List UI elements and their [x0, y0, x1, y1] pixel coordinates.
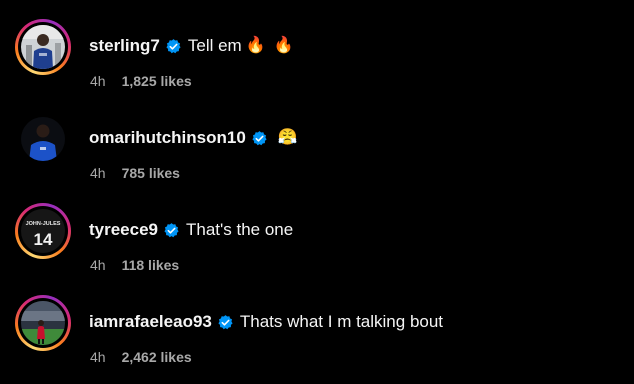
avatar-story-ring[interactable]: JOHN-JULES 14 — [15, 203, 71, 259]
likes-count-button[interactable]: 785 likes — [122, 165, 180, 181]
comment-time: 4h — [90, 257, 106, 273]
comment-time: 4h — [90, 165, 106, 181]
comment-time: 4h — [90, 349, 106, 365]
likes-count-button[interactable]: 1,825 likes — [122, 73, 192, 89]
comment-text: Thats what I m talking bout — [239, 312, 444, 331]
comment-username[interactable]: iamrafaeleao93 — [89, 312, 212, 332]
jersey-number-text: 14 — [34, 230, 53, 249]
fire-emoji-icon: 🔥 — [273, 37, 294, 54]
verified-badge-icon — [218, 314, 233, 329]
comment-text: Tell em — [187, 36, 242, 55]
likes-count-button[interactable]: 118 likes — [122, 257, 180, 273]
comment-item: sterling7 Tell em 🔥 🔥 4h 1,825 likes — [0, 0, 634, 92]
verified-badge-icon — [164, 222, 179, 237]
comment-item: iamrafaeleao93 Thats what I m talking bo… — [0, 276, 634, 368]
verified-badge-icon — [166, 38, 181, 53]
comment-item: JOHN-JULES 14 tyreece9 That's the one 4h… — [0, 184, 634, 276]
stadium-photo-icon — [21, 301, 65, 345]
jersey-name-text: JOHN-JULES — [26, 221, 61, 227]
fire-emoji-icon: 🔥 — [245, 37, 266, 54]
avatar-story-ring[interactable] — [15, 19, 71, 75]
avatar-story-ring[interactable] — [15, 295, 71, 351]
verified-badge-icon — [252, 130, 267, 145]
comment-username[interactable]: omarihutchinson10 — [89, 128, 246, 148]
steam-face-emoji-icon: 😤 — [277, 129, 298, 146]
player-photo-icon — [21, 25, 65, 69]
jersey-icon: JOHN-JULES 14 — [21, 209, 65, 253]
comment-username[interactable]: tyreece9 — [89, 220, 158, 240]
avatar-container[interactable] — [15, 111, 71, 167]
player-photo-icon — [21, 117, 65, 161]
comment-username[interactable]: sterling7 — [89, 36, 160, 56]
comment-item: omarihutchinson10 😤 4h 785 likes — [0, 92, 634, 184]
likes-count-button[interactable]: 2,462 likes — [122, 349, 192, 365]
comment-text: That's the one — [186, 220, 294, 239]
comment-time: 4h — [90, 73, 106, 89]
